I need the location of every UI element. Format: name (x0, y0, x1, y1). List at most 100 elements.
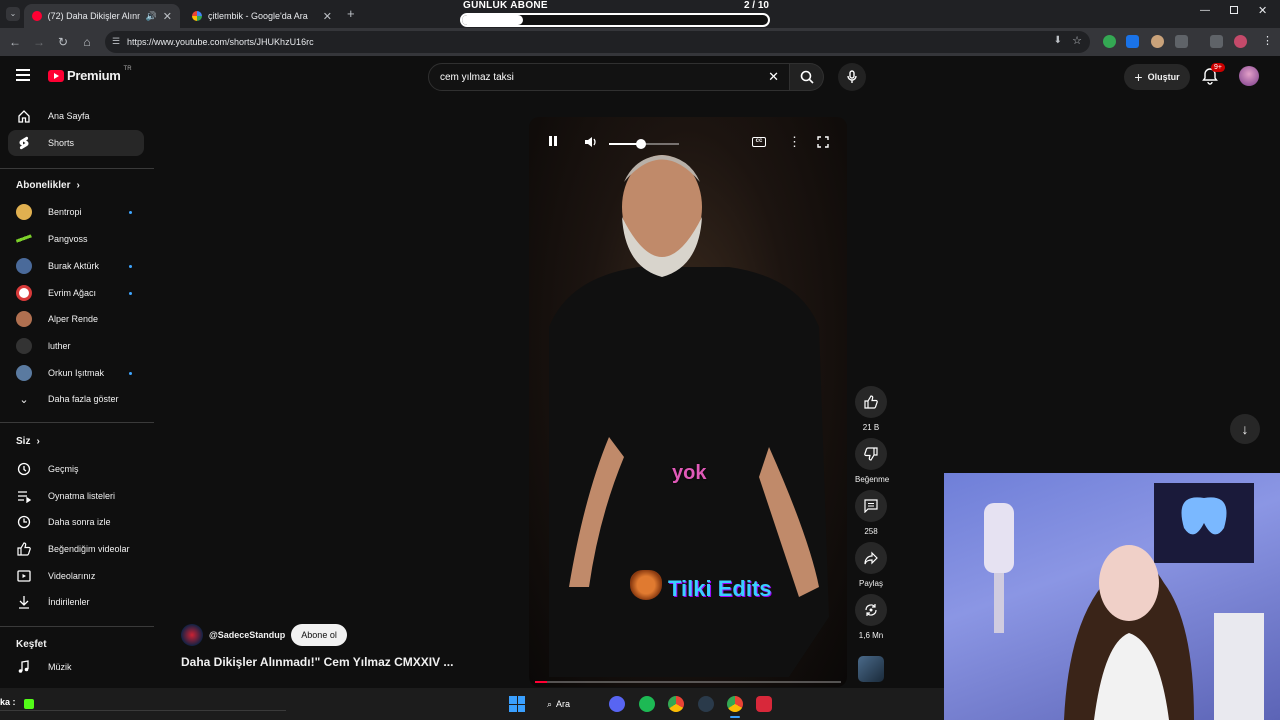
tab-close-icon[interactable]: ✕ (323, 10, 332, 23)
minimize-icon[interactable]: — (1200, 5, 1210, 16)
spotify-icon[interactable] (639, 696, 655, 712)
browser-menu-icon[interactable]: ⋮ (1262, 34, 1273, 47)
bookmark-star-icon[interactable]: ☆ (1072, 34, 1082, 47)
channel-handle[interactable]: @SadeceStandup (209, 630, 285, 640)
volume-slider[interactable] (609, 139, 679, 149)
more-options-button[interactable]: ⋮ (788, 134, 801, 150)
clear-search-icon[interactable]: ✕ (768, 69, 779, 85)
sidebar-item-your-videos[interactable]: Videolarınız (8, 563, 144, 589)
subscribe-button[interactable]: Abone ol (291, 624, 347, 646)
sidebar-item-playlists[interactable]: Oynatma listeleri (8, 483, 144, 509)
extension-cookie-icon[interactable] (1151, 35, 1164, 48)
search-input[interactable]: cem yılmaz taksi ✕ (428, 63, 790, 91)
active-app-indicator (730, 716, 740, 718)
chrome-active-icon[interactable] (727, 696, 743, 712)
channel-avatar[interactable] (181, 624, 203, 646)
volume-slider-knob[interactable] (635, 139, 646, 149)
discord-icon[interactable] (609, 696, 625, 712)
like-button[interactable] (855, 386, 887, 418)
sidebar-item-downloads[interactable]: İndirilenler (8, 589, 144, 615)
menu-hamburger-icon[interactable] (16, 69, 30, 81)
taskbar-search-label: Ara (556, 699, 571, 709)
goal-progress-bar (460, 13, 770, 27)
next-short-button[interactable]: ↓ (1230, 414, 1260, 444)
start-windows-icon[interactable] (509, 696, 525, 712)
sidebar-item-label: Ana Sayfa (48, 111, 90, 121)
sidebar-item-orkun-isitmak[interactable]: Orkun Işıtmak (8, 360, 144, 386)
reading-list-icon[interactable] (1210, 35, 1223, 48)
youtube-logo[interactable]: Premium TR (48, 66, 132, 83)
remix-action[interactable]: 1,6 Mn (855, 594, 887, 640)
volume-button[interactable] (584, 136, 598, 148)
create-button[interactable]: + Oluştur (1124, 64, 1190, 90)
extensions-puzzle-icon[interactable] (1175, 35, 1188, 48)
notifications-button[interactable]: 9+ (1202, 63, 1225, 90)
tab-audio-icon[interactable]: 🔊 (146, 11, 157, 22)
subscriptions-header[interactable]: Abonelikler › (16, 180, 80, 191)
maximize-icon[interactable] (1230, 6, 1238, 14)
thumbs-up-icon (864, 395, 878, 409)
tab-youtube[interactable]: (72) Daha Dikişler Alınmadı 🔊 ✕ (24, 4, 180, 28)
app-red-icon[interactable] (756, 696, 772, 712)
search-button[interactable] (790, 63, 824, 91)
chrome-icon[interactable] (668, 696, 684, 712)
search-input-value: cem yılmaz taksi (440, 71, 514, 83)
install-icon[interactable]: ⬇ (1054, 35, 1062, 46)
audio-track-thumbnail[interactable] (858, 656, 884, 682)
comments-action[interactable]: 258 (855, 490, 887, 536)
show-more-button[interactable]: ⌄ Daha fazla göster (8, 386, 144, 412)
pause-button[interactable] (547, 135, 559, 147)
voice-search-button[interactable] (838, 63, 866, 91)
close-window-icon[interactable]: ✕ (1258, 4, 1267, 17)
sidebar-item-watch-later[interactable]: Daha sonra izle (8, 509, 144, 535)
sidebar-item-shorts[interactable]: Shorts (8, 130, 144, 156)
webcam-feed (944, 473, 1280, 720)
home-icon[interactable]: ⌂ (75, 35, 99, 49)
sidebar-item-alper-rende[interactable]: Alper Rende (8, 306, 144, 332)
sidebar-item-home[interactable]: Ana Sayfa (8, 103, 144, 129)
video-progress-bar[interactable] (535, 681, 841, 683)
video-title[interactable]: Daha Dikişler Alınmadı!" Cem Yılmaz CMXX… (181, 655, 453, 669)
dislike-button[interactable] (855, 438, 887, 470)
tab-list-button[interactable]: ⌄ (6, 7, 20, 21)
sidebar-item-bentropi[interactable]: Bentropi (8, 199, 144, 225)
like-action[interactable]: 21 B (855, 386, 887, 432)
remix-button[interactable] (855, 594, 887, 626)
extension-wave-icon[interactable] (1126, 35, 1139, 48)
forward-icon[interactable]: → (27, 35, 51, 49)
reload-icon[interactable]: ↻ (51, 35, 75, 49)
remix-icon (865, 604, 877, 616)
profile-avatar-icon[interactable] (1234, 35, 1247, 48)
tab-google-label: çitlembik - Google'da Ara (208, 11, 308, 21)
back-icon[interactable]: ← (3, 35, 27, 49)
dislike-action[interactable]: Beğenme (855, 438, 889, 484)
url-text: https://www.youtube.com/shorts/JHUKhzU16… (127, 37, 314, 47)
channel-avatar (16, 365, 32, 381)
site-info-icon[interactable]: ☰ (112, 36, 120, 47)
sidebar-item-pangvoss[interactable]: Pangvoss (8, 226, 144, 252)
taskbar-search-button[interactable]: ⌕ Ara (547, 696, 570, 712)
new-tab-button[interactable]: + (347, 6, 355, 21)
music-icon (16, 659, 32, 675)
share-action[interactable]: Paylaş (855, 542, 887, 588)
you-header[interactable]: Siz › (16, 436, 40, 447)
search-icon: ⌕ (547, 698, 553, 709)
sidebar-item-history[interactable]: Geçmiş (8, 456, 144, 482)
sidebar-item-label: Pangvoss (48, 234, 88, 244)
sidebar-item-music[interactable]: Müzik (8, 654, 144, 680)
account-avatar[interactable] (1239, 66, 1259, 86)
tab-google[interactable]: çitlembik - Google'da Ara ✕ (184, 4, 340, 28)
sidebar-item-burak-akturk[interactable]: Burak Aktürk (8, 253, 144, 279)
remix-count: 1,6 Mn (858, 631, 884, 640)
sidebar-item-luther[interactable]: luther (8, 333, 144, 359)
fullscreen-button[interactable] (817, 136, 829, 148)
comments-button[interactable] (855, 490, 887, 522)
url-field[interactable]: ☰ https://www.youtube.com/shorts/JHUKhzU… (105, 31, 1090, 53)
extension-shield-icon[interactable] (1103, 35, 1116, 48)
captions-button[interactable]: cc (752, 137, 766, 147)
steam-icon[interactable] (698, 696, 714, 712)
tab-close-icon[interactable]: ✕ (163, 10, 172, 23)
share-button[interactable] (855, 542, 887, 574)
sidebar-item-liked-videos[interactable]: Beğendiğim videolar (8, 536, 144, 562)
sidebar-item-evrim-agaci[interactable]: Evrim Ağacı (8, 280, 144, 306)
